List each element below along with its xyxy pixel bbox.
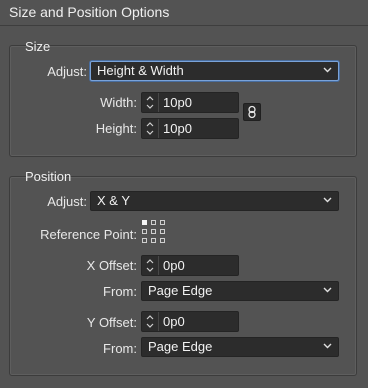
x-offset-value: 0p0 bbox=[163, 258, 185, 273]
y-from-dropdown[interactable]: Page Edge bbox=[141, 337, 339, 357]
size-adjust-label: Adjust: bbox=[47, 64, 87, 79]
chevron-down-icon bbox=[323, 197, 332, 203]
size-adjust-value: Height & Width bbox=[97, 63, 184, 78]
ref-point-bottom-right[interactable] bbox=[160, 238, 165, 243]
ref-point-middle-right[interactable] bbox=[160, 229, 165, 234]
position-adjust-value: X & Y bbox=[97, 193, 131, 208]
height-label: Height: bbox=[95, 121, 137, 136]
x-offset-stepper[interactable]: 0p0 bbox=[141, 255, 239, 276]
ref-point-center[interactable] bbox=[151, 229, 156, 234]
stepper-arrows-icon[interactable] bbox=[142, 93, 159, 112]
y-offset-value: 0p0 bbox=[163, 314, 185, 329]
ref-point-top-right[interactable] bbox=[160, 220, 165, 225]
chevron-down-icon bbox=[323, 287, 332, 293]
stepper-arrows-icon[interactable] bbox=[142, 312, 159, 331]
ref-point-top-center[interactable] bbox=[151, 220, 156, 225]
size-group-title: Size bbox=[25, 39, 51, 54]
title-divider bbox=[0, 25, 368, 26]
ref-point-bottom-left[interactable] bbox=[142, 238, 147, 243]
chevron-down-icon bbox=[323, 343, 332, 349]
position-group-title: Position bbox=[25, 169, 72, 184]
width-value: 10p0 bbox=[163, 95, 192, 110]
height-stepper[interactable]: 10p0 bbox=[141, 118, 239, 139]
y-from-value: Page Edge bbox=[148, 339, 213, 354]
position-adjust-label: Adjust: bbox=[47, 194, 87, 209]
x-from-value: Page Edge bbox=[148, 283, 213, 298]
ref-point-top-left[interactable] bbox=[142, 220, 147, 225]
stepper-arrows-icon[interactable] bbox=[142, 256, 159, 275]
chain-link-icon bbox=[248, 105, 256, 119]
y-from-label: From: bbox=[103, 341, 137, 356]
constrain-proportions-button[interactable] bbox=[243, 103, 261, 121]
position-adjust-dropdown[interactable]: X & Y bbox=[90, 191, 339, 211]
size-adjust-dropdown[interactable]: Height & Width bbox=[90, 61, 339, 81]
ref-point-middle-left[interactable] bbox=[142, 229, 147, 234]
x-offset-label: X Offset: bbox=[86, 258, 137, 273]
reference-point-grid[interactable] bbox=[142, 220, 167, 244]
stepper-arrows-icon[interactable] bbox=[142, 119, 159, 138]
height-value: 10p0 bbox=[163, 121, 192, 136]
x-from-dropdown[interactable]: Page Edge bbox=[141, 281, 339, 301]
y-offset-stepper[interactable]: 0p0 bbox=[141, 311, 239, 332]
ref-point-bottom-center[interactable] bbox=[151, 238, 156, 243]
width-label: Width: bbox=[100, 95, 137, 110]
width-stepper[interactable]: 10p0 bbox=[141, 92, 239, 113]
reference-point-label: Reference Point: bbox=[40, 227, 137, 242]
chevron-down-icon bbox=[323, 67, 332, 73]
y-offset-label: Y Offset: bbox=[86, 315, 137, 330]
x-from-label: From: bbox=[103, 284, 137, 299]
dialog-title: Size and Position Options bbox=[9, 4, 170, 20]
